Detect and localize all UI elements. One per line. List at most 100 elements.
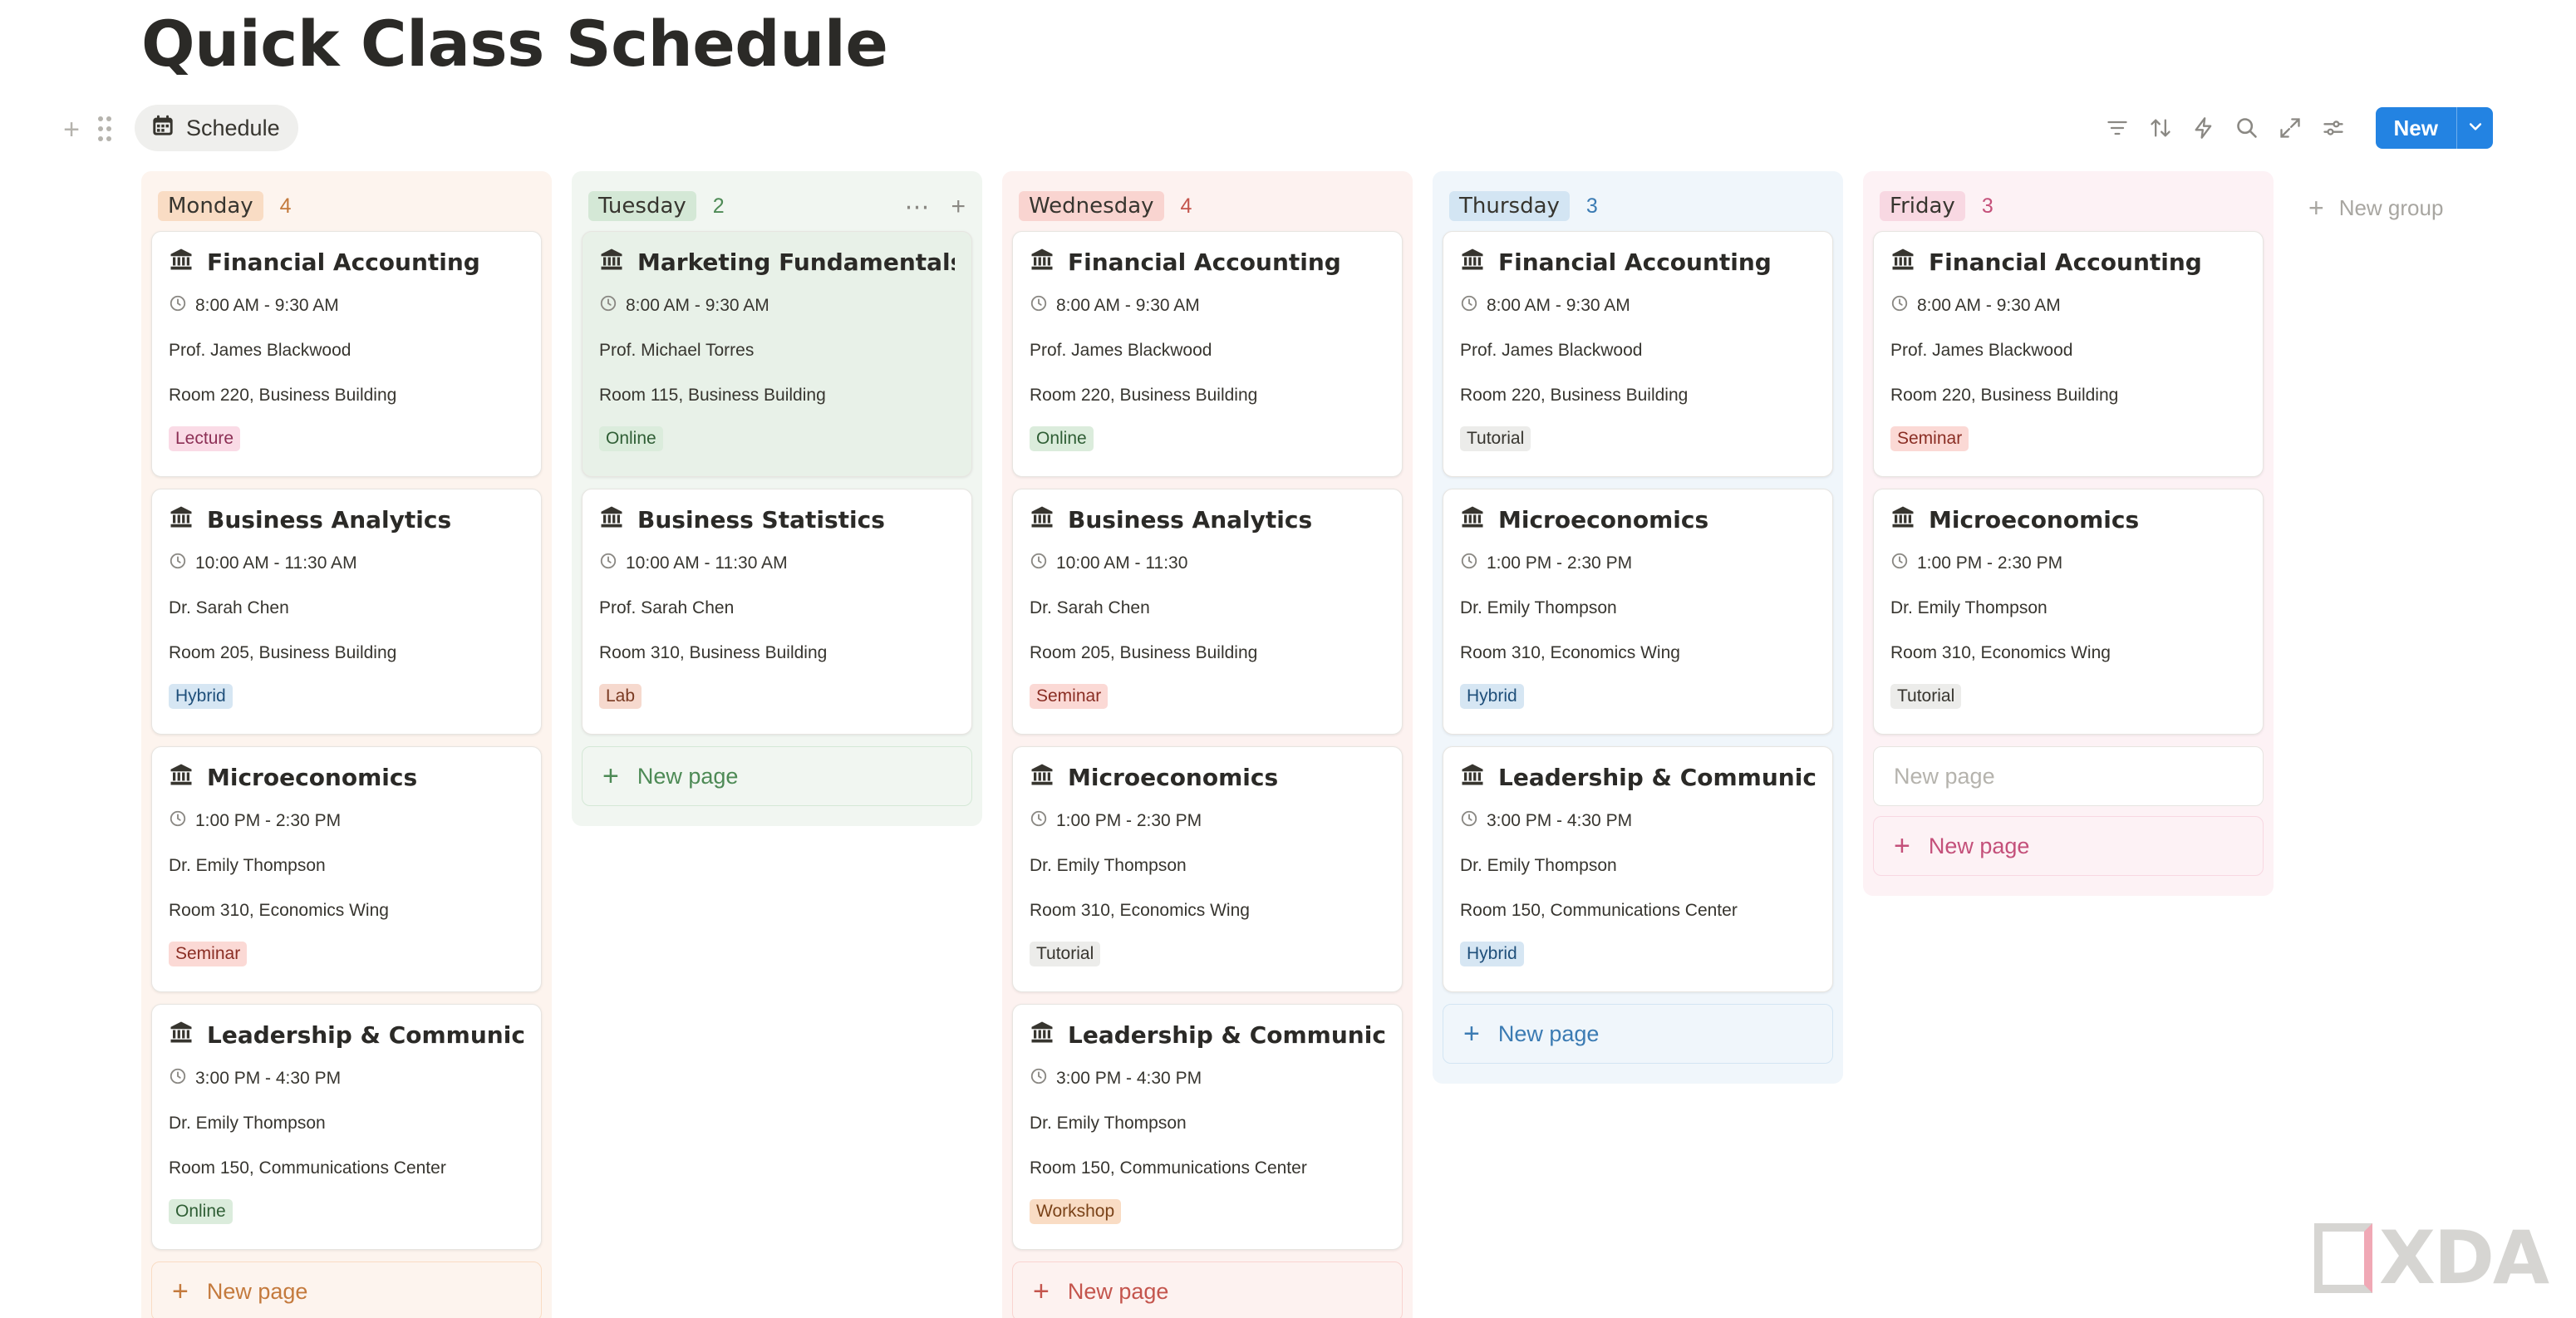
drag-handle-icon[interactable] (90, 115, 120, 145)
column-header[interactable]: Monday 4 (151, 181, 542, 231)
card-title-text: Microeconomics (1498, 505, 1709, 534)
class-card[interactable]: Financial Accounting 8:00 AM - 9:30 AM Pro… (1873, 231, 2264, 477)
column-header[interactable]: Wednesday 4 (1012, 181, 1403, 231)
class-card[interactable]: Leadership & Communication 3:00 PM - 4:30… (1443, 746, 1833, 992)
new-dropdown-button[interactable] (2456, 107, 2493, 149)
new-group-button[interactable]: + New group (2308, 193, 2443, 224)
column-name-pill[interactable]: Monday (158, 191, 263, 221)
card-time: 8:00 AM - 9:30 AM (599, 283, 955, 328)
column-wednesday: Wednesday 4 Financial Accounting 8:00 AM - … (1002, 171, 1413, 1318)
settings-sliders-icon[interactable] (2321, 116, 2346, 140)
column-name-pill[interactable]: Tuesday (588, 191, 696, 221)
card-title: Leadership & Communication (1460, 762, 1816, 792)
column-header[interactable]: Thursday 3 (1443, 181, 1833, 231)
new-page-button[interactable]: + New page (151, 1261, 542, 1318)
new-page-button[interactable]: + New page (582, 746, 972, 806)
plus-icon: + (1894, 829, 1910, 862)
plus-icon: + (172, 1275, 189, 1307)
column-header[interactable]: Friday 3 (1873, 181, 2264, 231)
card-tag: Tutorial (1030, 942, 1101, 966)
new-button-group: New (2375, 107, 2493, 149)
new-page-input-card[interactable]: New page (1873, 746, 2264, 806)
new-page-button[interactable]: + New page (1873, 816, 2264, 876)
column-tuesday: Tuesday 2 ⋯ + Marketing Fundamentals 8:00 AM … (572, 171, 982, 826)
automation-bolt-icon[interactable] (2191, 116, 2216, 140)
class-card[interactable]: Microeconomics 1:00 PM - 2:30 PM Dr. Emily… (1443, 489, 1833, 735)
bank-building-icon (169, 504, 194, 534)
column-count: 3 (1981, 194, 1993, 218)
clock-icon (169, 1067, 187, 1090)
class-card[interactable]: Financial Accounting 8:00 AM - 9:30 AM Pro… (1012, 231, 1403, 477)
class-card[interactable]: Financial Accounting 8:00 AM - 9:30 AM Pro… (151, 231, 542, 477)
new-page-button[interactable]: + New page (1443, 1004, 1833, 1064)
card-instructor: Dr. Emily Thompson (1890, 598, 2048, 617)
card-title: Business Analytics (1030, 504, 1385, 534)
new-page-button[interactable]: + New page (1012, 1261, 1403, 1318)
card-room: Room 310, Economics Wing (1460, 643, 1680, 662)
toolbar-actions: New (2105, 107, 2493, 149)
clock-icon (1030, 552, 1048, 575)
search-icon[interactable] (2234, 116, 2259, 140)
card-title: Leadership & Communication (169, 1020, 524, 1050)
new-button[interactable]: New (2375, 107, 2456, 149)
card-title-text: Business Statistics (637, 505, 885, 534)
card-tag: Tutorial (1460, 426, 1531, 451)
card-instructor: Dr. Sarah Chen (169, 598, 289, 617)
class-card[interactable]: Leadership & Communication 3:00 PM - 4:30… (151, 1004, 542, 1250)
more-options-icon[interactable]: ⋯ (904, 193, 929, 222)
view-tab-label: Schedule (186, 115, 280, 140)
card-time: 1:00 PM - 2:30 PM (1890, 541, 2246, 586)
card-time-text: 1:00 PM - 2:30 PM (195, 811, 342, 830)
card-title: Financial Accounting (1890, 247, 2246, 277)
filter-icon[interactable] (2105, 116, 2130, 140)
class-card[interactable]: Marketing Fundamentals 8:00 AM - 9:30 AM P… (582, 231, 972, 477)
class-card[interactable]: Microeconomics 1:00 PM - 2:30 PM Dr. Emily… (1012, 746, 1403, 992)
clock-icon (169, 552, 187, 575)
card-title: Financial Accounting (1460, 247, 1816, 277)
card-time: 10:00 AM - 11:30 AM (169, 541, 524, 586)
class-card[interactable]: Financial Accounting 8:00 AM - 9:30 AM Pro… (1443, 231, 1833, 477)
card-tag: Lecture (169, 426, 241, 451)
card-instructor: Dr. Emily Thompson (169, 856, 326, 875)
card-title-text: Leadership & Communication (207, 1020, 524, 1049)
column-name-pill[interactable]: Thursday (1449, 191, 1570, 221)
card-time: 3:00 PM - 4:30 PM (1460, 799, 1816, 843)
clock-icon (1030, 294, 1048, 317)
card-instructor: Prof. James Blackwood (1460, 341, 1643, 360)
view-tab-schedule[interactable]: Schedule (135, 105, 298, 151)
card-time-text: 8:00 AM - 9:30 AM (1917, 296, 2061, 315)
clock-icon (1030, 1067, 1048, 1090)
column-header[interactable]: Tuesday 2 ⋯ + (582, 181, 972, 231)
class-card[interactable]: Leadership & Communication 3:00 PM - 4:30… (1012, 1004, 1403, 1250)
add-card-icon[interactable]: + (951, 193, 966, 222)
new-page-label: New page (206, 1278, 308, 1304)
class-card[interactable]: Microeconomics 1:00 PM - 2:30 PM Dr. Emily… (1873, 489, 2264, 735)
xda-watermark: XDA (2314, 1215, 2549, 1301)
sort-icon[interactable] (2148, 116, 2173, 140)
watermark-text: XDA (2379, 1215, 2549, 1301)
column-count: 4 (279, 194, 292, 218)
card-tag: Hybrid (1460, 942, 1524, 966)
new-page-label: New page (1497, 1020, 1600, 1046)
card-time-text: 10:00 AM - 11:30 AM (195, 553, 357, 573)
class-card[interactable]: Business Analytics 10:00 AM - 11:30 Dr. Sa… (1012, 489, 1403, 735)
add-block-icon[interactable]: + (57, 115, 86, 145)
class-card[interactable]: Business Analytics 10:00 AM - 11:30 AM Dr.… (151, 489, 542, 735)
class-card[interactable]: Microeconomics 1:00 PM - 2:30 PM Dr. Emily… (151, 746, 542, 992)
card-room: Room 220, Business Building (1030, 386, 1258, 405)
column-name-pill[interactable]: Wednesday (1019, 191, 1164, 221)
card-title-text: Business Analytics (207, 505, 452, 534)
bank-building-icon (1030, 504, 1054, 534)
card-room: Room 115, Business Building (599, 386, 826, 405)
column-name-pill[interactable]: Friday (1880, 191, 1965, 221)
card-title: Business Statistics (599, 504, 955, 534)
expand-icon[interactable] (2278, 116, 2303, 140)
card-time: 8:00 AM - 9:30 AM (1890, 283, 2246, 328)
card-room: Room 205, Business Building (1030, 643, 1258, 662)
card-tag: Seminar (1030, 684, 1109, 709)
column-actions: ⋯ + (904, 193, 966, 222)
card-time: 8:00 AM - 9:30 AM (169, 283, 524, 328)
class-card[interactable]: Business Statistics 10:00 AM - 11:30 AM Pr… (582, 489, 972, 735)
card-instructor: Prof. Sarah Chen (599, 598, 735, 617)
bank-building-icon (1460, 504, 1485, 534)
